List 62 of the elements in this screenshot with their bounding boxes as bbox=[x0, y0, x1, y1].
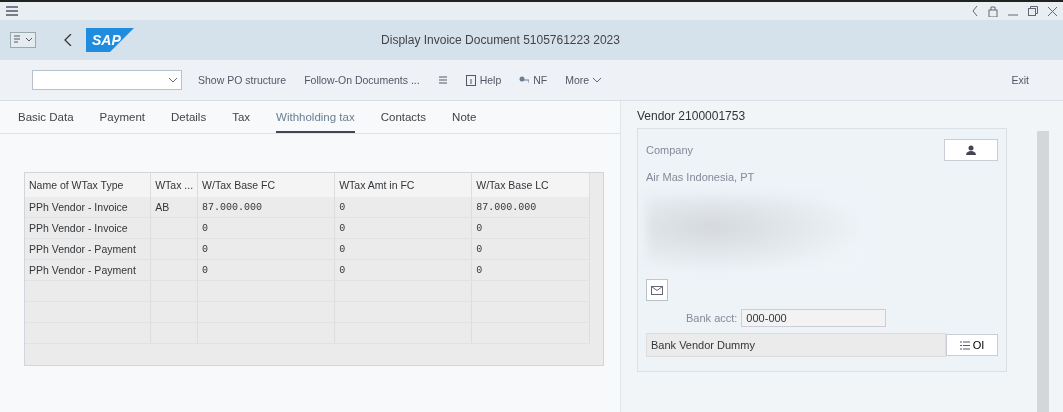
table-cell: PPh Vendor - Invoice bbox=[25, 217, 151, 239]
column-header[interactable]: W/Tax Base FC bbox=[197, 173, 335, 197]
table-cell: 0 bbox=[471, 238, 590, 260]
restore-icon[interactable] bbox=[1028, 6, 1038, 16]
bank-name-field[interactable]: Bank Vendor Dummy bbox=[646, 333, 946, 357]
tab[interactable]: Withholding tax bbox=[276, 109, 355, 133]
mail-icon bbox=[651, 285, 663, 295]
window-title: Display Invoice Document 5105761223 2023 bbox=[380, 33, 621, 47]
table-cell: PPh Vendor - Invoice bbox=[25, 197, 151, 218]
tab[interactable]: Contacts bbox=[380, 109, 427, 133]
toolbar-button[interactable]: NF bbox=[517, 72, 550, 88]
tab[interactable]: Note bbox=[452, 109, 477, 133]
chevron-down-icon bbox=[169, 77, 177, 83]
toolbar-button[interactable]: More bbox=[563, 72, 604, 88]
field-label: Company bbox=[646, 144, 694, 156]
menu-dropdown-icon[interactable] bbox=[10, 32, 36, 48]
key-icon bbox=[519, 75, 530, 85]
table-cell: 0 bbox=[334, 197, 472, 218]
table-cell: 87.000.000 bbox=[471, 197, 590, 218]
close-icon[interactable] bbox=[1048, 6, 1057, 16]
list-icon bbox=[959, 340, 970, 350]
logo: SAP bbox=[86, 28, 134, 52]
table-cell: PPh Vendor - Payment bbox=[25, 238, 151, 260]
list-icon bbox=[437, 75, 448, 85]
table-cell: AB bbox=[150, 197, 198, 218]
toolbar-button[interactable]: Follow-On Documents ... bbox=[302, 72, 422, 88]
table-cell: 0 bbox=[471, 259, 590, 281]
table-cell: 0 bbox=[197, 238, 335, 260]
column-header[interactable]: Name of WTax Type bbox=[25, 173, 151, 197]
tab[interactable]: Payment bbox=[99, 109, 145, 133]
toolbar-button[interactable]: Show PO structure bbox=[196, 72, 289, 88]
table-cell: 0 bbox=[334, 259, 472, 281]
menu-icon[interactable] bbox=[6, 6, 18, 16]
scrollbar[interactable] bbox=[1037, 131, 1049, 412]
tab[interactable]: Tax bbox=[232, 109, 251, 133]
field-label: Bank acct: bbox=[686, 312, 738, 324]
table-cell: 0 bbox=[471, 217, 590, 239]
table-cell: 0 bbox=[334, 217, 472, 239]
toolbar-button[interactable]: Help bbox=[463, 72, 504, 88]
tab[interactable]: Basic Data bbox=[18, 109, 74, 133]
help-icon bbox=[465, 74, 476, 86]
column-header[interactable]: W/Tax Base LC bbox=[471, 173, 590, 197]
command-field[interactable] bbox=[32, 70, 182, 90]
table-cell: 0 bbox=[197, 217, 335, 239]
exit-button[interactable]: Exit bbox=[1009, 72, 1031, 88]
company-name: Air Mas Indonesia, PT bbox=[646, 171, 756, 183]
person-icon bbox=[966, 145, 976, 155]
bank-account-field[interactable]: 000-000 bbox=[741, 309, 887, 327]
tab[interactable]: Details bbox=[171, 109, 207, 133]
table-cell: 87.000.000 bbox=[197, 197, 335, 218]
back-icon[interactable] bbox=[64, 34, 72, 46]
mail-button[interactable] bbox=[646, 279, 668, 301]
chevron-down-icon bbox=[593, 77, 602, 83]
table-cell: 0 bbox=[197, 259, 335, 281]
bank-button[interactable]: OI bbox=[946, 334, 998, 356]
table-cell: 0 bbox=[334, 238, 472, 260]
column-header[interactable]: WTax ... bbox=[150, 173, 198, 197]
column-header[interactable]: WTax Amt in FC bbox=[334, 173, 472, 197]
vendor-title: Vendor 2100001753 bbox=[637, 109, 747, 123]
table-cell: PPh Vendor - Payment bbox=[25, 259, 151, 281]
lock-icon[interactable] bbox=[988, 5, 998, 17]
contact-button[interactable] bbox=[944, 139, 998, 161]
